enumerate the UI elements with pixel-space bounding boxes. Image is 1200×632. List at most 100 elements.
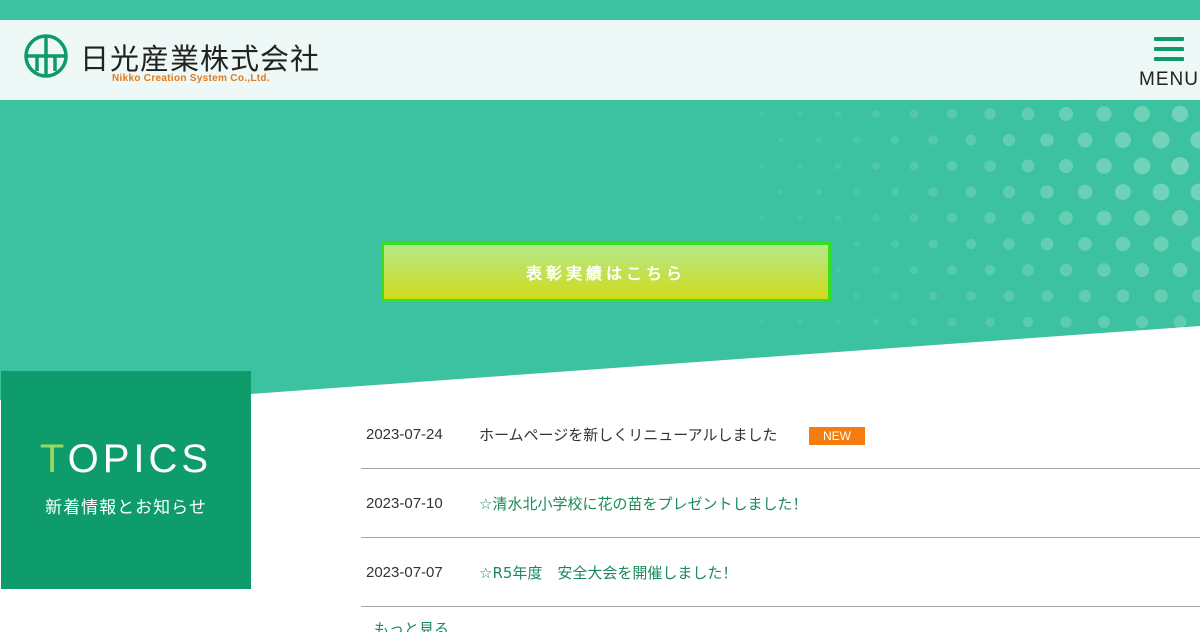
hero-dot xyxy=(946,212,958,224)
hero-dot xyxy=(947,265,957,275)
hero-dot xyxy=(1171,157,1189,175)
hero-dot xyxy=(1003,238,1015,250)
hero-dot xyxy=(1116,289,1130,303)
top-strip xyxy=(0,0,1200,20)
hero-dot xyxy=(1097,263,1111,277)
hero-dot xyxy=(835,319,841,325)
hero-dot xyxy=(1096,210,1112,226)
site-header: 日光産業株式会社 Nikko Creation System Co.,Ltd. … xyxy=(0,20,1200,100)
hero-dot xyxy=(778,189,784,195)
see-more-link[interactable]: もっと見る xyxy=(374,618,449,632)
hero-dot xyxy=(909,109,919,119)
hero-dot xyxy=(1002,185,1016,199)
hero-dot xyxy=(1059,263,1073,277)
hero-dot xyxy=(853,136,861,144)
hero-dot xyxy=(928,187,938,197)
hero-dot xyxy=(835,267,841,273)
hero-dot xyxy=(1115,184,1131,200)
company-name[interactable]: 日光産業株式会社 xyxy=(80,36,320,78)
hero-dot xyxy=(797,111,803,117)
hero-dot xyxy=(872,162,880,170)
hero-dot xyxy=(1021,211,1035,225)
hero-dot xyxy=(1173,315,1187,329)
hero-dot xyxy=(1002,133,1016,147)
hero-dot xyxy=(910,318,918,326)
hero-dot xyxy=(1134,106,1150,122)
hero-dot xyxy=(872,214,880,222)
hero-dot xyxy=(834,162,842,170)
hero-dot xyxy=(946,108,958,120)
hero-dot xyxy=(1134,210,1150,226)
hero-dot xyxy=(909,213,919,223)
new-badge: NEW xyxy=(809,427,865,445)
hero-dot xyxy=(816,189,822,195)
hero-dot xyxy=(1115,132,1131,148)
hero-dot xyxy=(872,318,880,326)
hero-dot xyxy=(853,240,861,248)
menu-button[interactable]: MENU xyxy=(1138,34,1200,90)
hero-dot xyxy=(853,292,861,300)
hero-dot xyxy=(1040,237,1054,251)
news-date: 2023-07-24 xyxy=(366,426,443,443)
news-title-link[interactable]: ☆R5年度 安全大会を開催しました！ xyxy=(479,562,737,583)
hero-dot xyxy=(1134,262,1150,278)
hero-dot xyxy=(1153,236,1169,252)
hero-dot xyxy=(1059,107,1073,121)
hero-dot xyxy=(1154,289,1168,303)
hero-dot xyxy=(816,137,822,143)
hero-dot xyxy=(1021,159,1035,173)
hero-dot xyxy=(985,317,995,327)
hero-dot xyxy=(1041,290,1053,302)
hero-dot xyxy=(891,240,899,248)
hero-dot xyxy=(984,108,996,120)
news-date: 2023-07-10 xyxy=(366,495,443,512)
hero-dot xyxy=(797,319,803,325)
topics-title-rest: OPICS xyxy=(67,437,213,481)
hero-dot xyxy=(1003,290,1015,302)
hero-dot xyxy=(760,320,764,324)
hero-dot xyxy=(1078,237,1092,251)
hero-dot xyxy=(1022,316,1034,328)
hero-dot xyxy=(1022,264,1034,276)
hero-dot xyxy=(1078,289,1092,303)
news-title-link[interactable]: ☆清水北小学校に花の苗をプレゼントしました！ xyxy=(479,493,807,514)
hero-dot xyxy=(778,137,784,143)
hero-dot xyxy=(1058,158,1074,174)
hero-dot xyxy=(1060,316,1072,328)
hero-dot xyxy=(928,291,938,301)
hero-dot xyxy=(891,292,899,300)
hero-dot xyxy=(872,266,880,274)
topics-heading-box: TOPICS 新着情報とお知らせ xyxy=(1,371,251,589)
hero-dot xyxy=(834,214,842,222)
hero-dot xyxy=(1133,157,1151,175)
hero-dot xyxy=(760,216,764,220)
hero-dot xyxy=(797,215,803,221)
news-date: 2023-07-07 xyxy=(366,564,443,581)
hero-dot xyxy=(760,164,764,168)
hero-dot xyxy=(1040,185,1054,199)
hamburger-icon-bar-1 xyxy=(1154,37,1184,41)
hero-dot xyxy=(1021,107,1035,121)
hero-dot xyxy=(984,212,996,224)
hero-dot xyxy=(1059,211,1073,225)
hero-dot xyxy=(890,187,900,197)
hero-dot xyxy=(909,265,919,275)
hero-dot xyxy=(1135,315,1149,329)
hamburger-icon-bar-3 xyxy=(1154,57,1184,61)
hero-dot xyxy=(890,135,900,145)
hero-dot xyxy=(1096,158,1112,174)
hero-dot xyxy=(965,238,977,250)
hero-dot xyxy=(909,161,919,171)
hero-dot xyxy=(1152,131,1170,149)
hamburger-icon-bar-2 xyxy=(1154,47,1184,51)
hero-dot xyxy=(1115,236,1131,252)
hero-dot xyxy=(1098,316,1110,328)
hero-dot xyxy=(1152,183,1170,201)
hero-dot xyxy=(965,134,977,146)
hero-dot xyxy=(797,163,803,169)
topics-title-first-letter: T xyxy=(39,437,68,481)
news-title-link[interactable]: ホームページを新しくリニューアルしました xyxy=(479,424,778,445)
award-record-button[interactable]: 表彰実績はこちら xyxy=(381,242,831,302)
hero-dot xyxy=(947,317,957,327)
hero-dot xyxy=(834,110,842,118)
